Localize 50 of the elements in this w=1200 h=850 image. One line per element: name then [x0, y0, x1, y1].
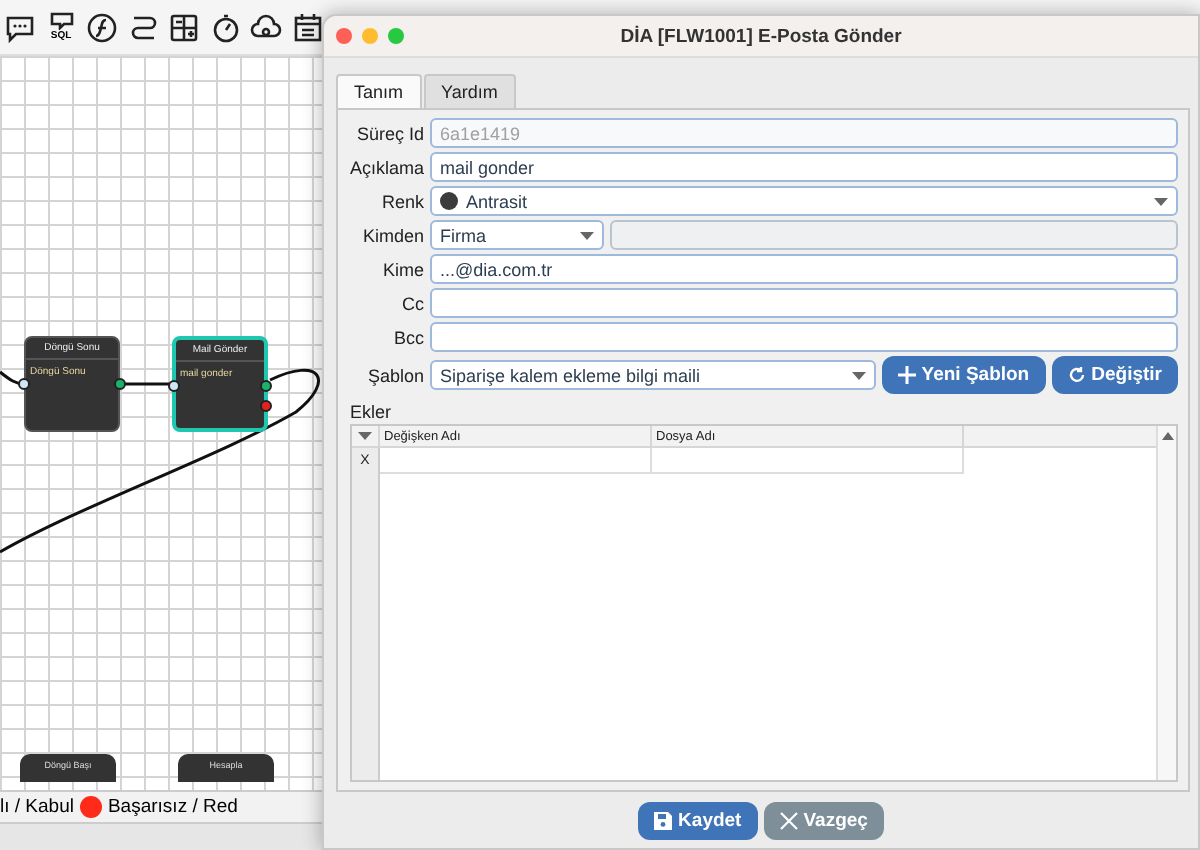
close-window-icon[interactable] — [336, 28, 352, 44]
dropdown-caret-icon — [580, 231, 594, 239]
tab[interactable]: Tanım — [336, 74, 422, 108]
text-field[interactable]: mail gonder — [430, 152, 1178, 182]
dropdown-field[interactable]: Firma — [430, 220, 604, 250]
window-title: DİA [FLW1001] E-Posta Gönder — [620, 25, 902, 47]
output-port-icon — [114, 378, 126, 390]
field-label: Cc — [400, 293, 424, 313]
color-dropdown[interactable]: Antrasit — [430, 186, 1178, 216]
cloud-gear-icon[interactable] — [250, 11, 282, 43]
dropdown-field[interactable]: Siparişe kalem ekleme bilgi maili — [430, 360, 876, 390]
field-label: Bcc — [391, 327, 424, 347]
route-icon[interactable] — [127, 11, 159, 43]
dropdown-caret-icon — [1154, 197, 1168, 205]
chat-icon[interactable] — [4, 11, 36, 43]
table-cell[interactable] — [380, 448, 652, 474]
text-field[interactable]: ...@dia.com.tr — [430, 254, 1178, 284]
field-label: Süreç Id — [354, 123, 424, 143]
change-button[interactable]: Değiştir — [1051, 356, 1178, 394]
plus-icon — [897, 366, 916, 384]
dropdown-caret-icon — [851, 371, 866, 379]
refresh-icon — [1067, 366, 1086, 384]
timer-icon[interactable] — [209, 11, 241, 43]
legend-label: lı / Kabul — [0, 796, 74, 818]
scroll-up-icon[interactable] — [1161, 432, 1173, 440]
field-label: Şablon — [365, 365, 424, 385]
save-icon — [654, 811, 673, 829]
text-field[interactable] — [430, 322, 1178, 352]
table-cell[interactable] — [652, 448, 964, 474]
function-icon[interactable] — [86, 11, 118, 43]
output-port-icon — [260, 380, 272, 392]
calculator-icon[interactable] — [168, 11, 200, 43]
input-port-icon — [168, 380, 180, 392]
error-port-icon — [260, 400, 272, 412]
section-label: Ekler — [350, 402, 394, 422]
scrollbar[interactable] — [1156, 426, 1176, 780]
tab[interactable]: Yardım — [423, 74, 516, 108]
field-label: Kime — [380, 259, 424, 279]
field-label: Renk — [379, 191, 424, 211]
new-template-button[interactable]: Yeni Şablon — [881, 356, 1046, 394]
legend-label: Başarısız / Red — [107, 796, 238, 818]
calendar-icon[interactable] — [291, 11, 323, 43]
close-icon — [779, 811, 798, 829]
dropdown-caret-icon — [358, 432, 372, 440]
save-button[interactable]: Kaydet — [638, 801, 758, 839]
text-field[interactable] — [430, 288, 1178, 318]
column-menu-button[interactable] — [352, 426, 380, 448]
field-label: Açıklama — [350, 157, 424, 177]
field-label: Kimden — [360, 225, 424, 245]
input-port-icon — [18, 378, 30, 390]
